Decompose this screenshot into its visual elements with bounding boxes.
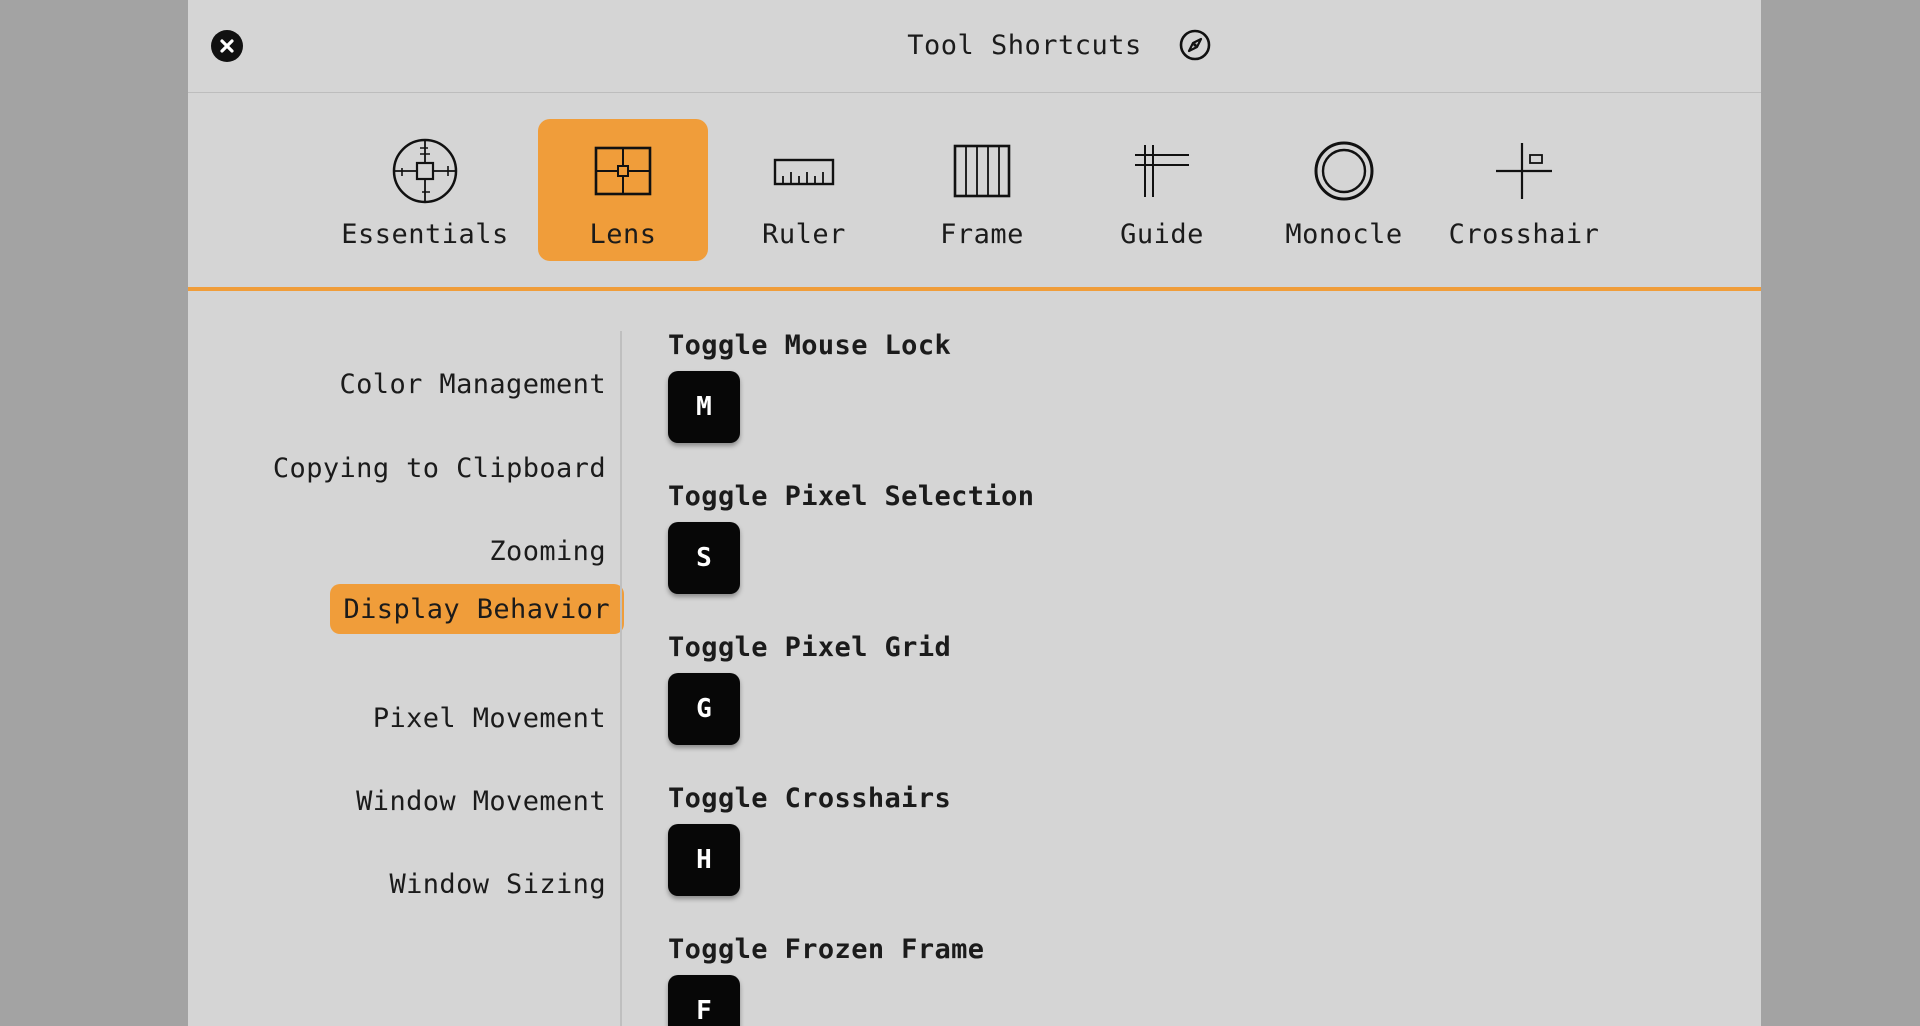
essentials-icon [392,138,458,204]
sidebar-item-pixel-movement[interactable]: Pixel Movement [359,693,620,743]
key-badge[interactable]: H [668,824,740,896]
compass-button[interactable] [1178,28,1212,62]
tool-lens[interactable]: Lens [538,119,708,261]
tool-label: Crosshair [1448,219,1600,250]
sidebar-divider [620,331,622,1026]
tool-ruler[interactable]: Ruler [734,119,874,261]
sidebar-item-color-management[interactable]: Color Management [326,359,621,409]
tool-shortcuts-window: Tool Shortcuts Essentials Lens Ruler Fra… [188,0,1761,1026]
key-badge[interactable]: F [668,975,740,1026]
tool-label: Essentials [341,219,509,250]
tool-label: Guide [1120,219,1204,250]
sidebar-item-zooming[interactable]: Zooming [475,526,620,576]
tool-crosshair[interactable]: Crosshair [1448,119,1600,261]
guide-icon [1135,145,1189,197]
tool-label: Monocle [1285,219,1403,250]
tool-label: Lens [589,219,657,250]
tool-monocle[interactable]: Monocle [1260,119,1428,261]
key-badge[interactable]: S [668,522,740,594]
sidebar-item-display-behavior[interactable]: Display Behavior [329,584,624,634]
crosshair-icon [1496,143,1552,199]
shortcut-label: Toggle Mouse Lock [668,330,952,361]
shortcut-item: Toggle Pixel Selection S [668,481,1034,594]
shortcut-item: Toggle Pixel Grid G [668,632,951,745]
frame-icon [953,144,1011,198]
tool-frame[interactable]: Frame [912,119,1052,261]
compass-icon [1179,29,1211,61]
window-title: Tool Shortcuts [907,29,1142,61]
key-badge[interactable]: G [668,673,740,745]
ruler-icon [773,158,835,186]
sidebar-item-copying-to-clipboard[interactable]: Copying to Clipboard [259,443,620,493]
shortcut-item: Toggle Frozen Frame F [668,934,984,1026]
lens-icon [594,146,652,196]
tool-label: Ruler [762,219,846,250]
tool-guide[interactable]: Guide [1092,119,1232,261]
shortcut-label: Toggle Pixel Grid [668,632,952,663]
shortcut-label: Toggle Pixel Selection [668,481,1035,512]
shortcut-item: Toggle Crosshairs H [668,783,951,896]
category-sidebar: Color Management Copying to Clipboard Zo… [188,291,624,1026]
tool-toolbar: Essentials Lens Ruler Frame Guide Monocl… [188,93,1761,291]
title-bar: Tool Shortcuts [188,0,1761,93]
key-badge[interactable]: M [668,371,740,443]
shortcut-label: Toggle Crosshairs [668,783,952,814]
sidebar-item-window-movement[interactable]: Window Movement [342,776,620,826]
tool-essentials[interactable]: Essentials [341,119,509,261]
sidebar-item-window-sizing[interactable]: Window Sizing [375,859,620,909]
shortcut-item: Toggle Mouse Lock M [668,330,951,443]
monocle-icon [1314,141,1374,201]
shortcut-label: Toggle Frozen Frame [668,934,985,965]
tool-label: Frame [940,219,1024,250]
